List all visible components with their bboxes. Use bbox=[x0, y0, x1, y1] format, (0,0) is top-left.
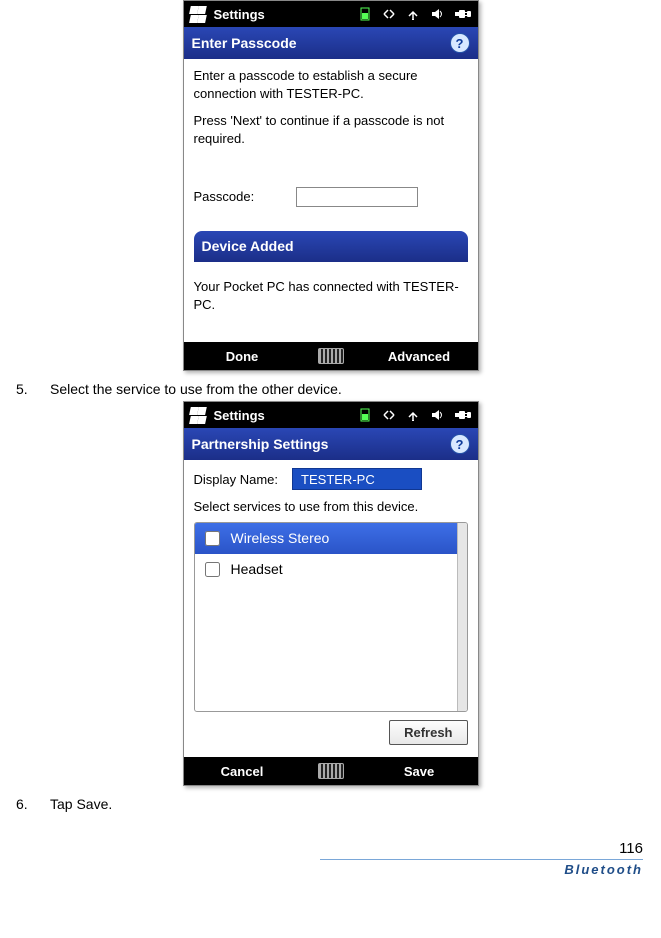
service-checkbox[interactable] bbox=[205, 531, 220, 546]
step-number: 6. bbox=[16, 796, 50, 812]
notification-body: Your Pocket PC has connected with TESTER… bbox=[184, 270, 478, 342]
keyboard-icon bbox=[318, 763, 344, 779]
signal-icon bbox=[406, 408, 420, 422]
softkey-advanced[interactable]: Advanced bbox=[361, 349, 478, 364]
page-number: 116 bbox=[0, 840, 643, 857]
display-name-row: Display Name: bbox=[194, 468, 468, 490]
plug-icon bbox=[454, 408, 472, 422]
softkey-cancel[interactable]: Cancel bbox=[184, 764, 301, 779]
title-text: Enter Passcode bbox=[192, 35, 297, 51]
dialog-body: Display Name: Select services to use fro… bbox=[184, 460, 478, 757]
status-icons bbox=[358, 408, 472, 422]
status-title: Settings bbox=[214, 7, 265, 22]
refresh-row: Refresh bbox=[194, 720, 468, 745]
screenshot-partnership-settings: Settings Partnership Settings ? Display … bbox=[183, 401, 479, 786]
body-text-1: Enter a passcode to establish a secure c… bbox=[194, 67, 468, 102]
step-text: Select the service to use from the other… bbox=[50, 381, 661, 397]
notification-title: Device Added bbox=[202, 238, 294, 254]
help-button[interactable]: ? bbox=[450, 33, 470, 53]
battery-icon bbox=[358, 408, 372, 422]
footer-divider bbox=[320, 859, 643, 860]
step-6: 6. Tap Save. bbox=[16, 796, 661, 812]
display-name-input[interactable] bbox=[292, 468, 422, 490]
display-name-label: Display Name: bbox=[194, 471, 279, 489]
help-button[interactable]: ? bbox=[450, 434, 470, 454]
keyboard-icon bbox=[318, 348, 344, 364]
refresh-button[interactable]: Refresh bbox=[389, 720, 467, 745]
service-label: Headset bbox=[231, 560, 283, 579]
service-item-headset[interactable]: Headset bbox=[195, 554, 457, 585]
body-text-2: Press 'Next' to continue if a passcode i… bbox=[194, 112, 468, 147]
status-icons bbox=[358, 7, 472, 21]
keyboard-button[interactable] bbox=[301, 763, 361, 779]
battery-icon bbox=[358, 7, 372, 21]
status-title: Settings bbox=[214, 408, 265, 423]
volume-icon bbox=[430, 408, 444, 422]
passcode-input[interactable] bbox=[296, 187, 418, 207]
title-text: Partnership Settings bbox=[192, 436, 329, 452]
screenshot-enter-passcode: Settings Enter Passcode ? Enter a passco… bbox=[183, 0, 479, 371]
notification-title-bar: Device Added bbox=[194, 231, 468, 262]
document-page: Settings Enter Passcode ? Enter a passco… bbox=[0, 0, 661, 897]
service-item-wireless-stereo[interactable]: Wireless Stereo bbox=[195, 523, 457, 554]
softkey-bar: Cancel Save bbox=[184, 757, 478, 785]
start-icon[interactable] bbox=[190, 407, 206, 423]
services-subtitle: Select services to use from this device. bbox=[194, 498, 468, 516]
title-bar: Partnership Settings ? bbox=[184, 428, 478, 460]
softkey-bar: Done Advanced bbox=[184, 342, 478, 370]
status-bar: Settings bbox=[184, 402, 478, 428]
notification-text: Your Pocket PC has connected with TESTER… bbox=[194, 279, 459, 312]
scrollbar[interactable] bbox=[457, 523, 467, 711]
plug-icon bbox=[454, 7, 472, 21]
keyboard-button[interactable] bbox=[301, 348, 361, 364]
title-bar: Enter Passcode ? bbox=[184, 27, 478, 59]
softkey-save[interactable]: Save bbox=[361, 764, 478, 779]
passcode-row: Passcode: bbox=[194, 187, 468, 207]
footer-section-title: Bluetooth bbox=[0, 862, 643, 877]
services-list: Wireless Stereo Headset bbox=[194, 522, 468, 712]
step-5: 5. Select the service to use from the ot… bbox=[16, 381, 661, 397]
step-text: Tap Save. bbox=[50, 796, 661, 812]
service-label: Wireless Stereo bbox=[231, 529, 330, 548]
service-checkbox[interactable] bbox=[205, 562, 220, 577]
sync-icon bbox=[382, 408, 396, 422]
start-icon[interactable] bbox=[190, 6, 206, 22]
signal-icon bbox=[406, 7, 420, 21]
softkey-done[interactable]: Done bbox=[184, 349, 301, 364]
step-number: 5. bbox=[16, 381, 50, 397]
status-bar: Settings bbox=[184, 1, 478, 27]
passcode-label: Passcode: bbox=[194, 188, 296, 206]
dialog-body: Enter a passcode to establish a secure c… bbox=[184, 59, 478, 270]
volume-icon bbox=[430, 7, 444, 21]
sync-icon bbox=[382, 7, 396, 21]
